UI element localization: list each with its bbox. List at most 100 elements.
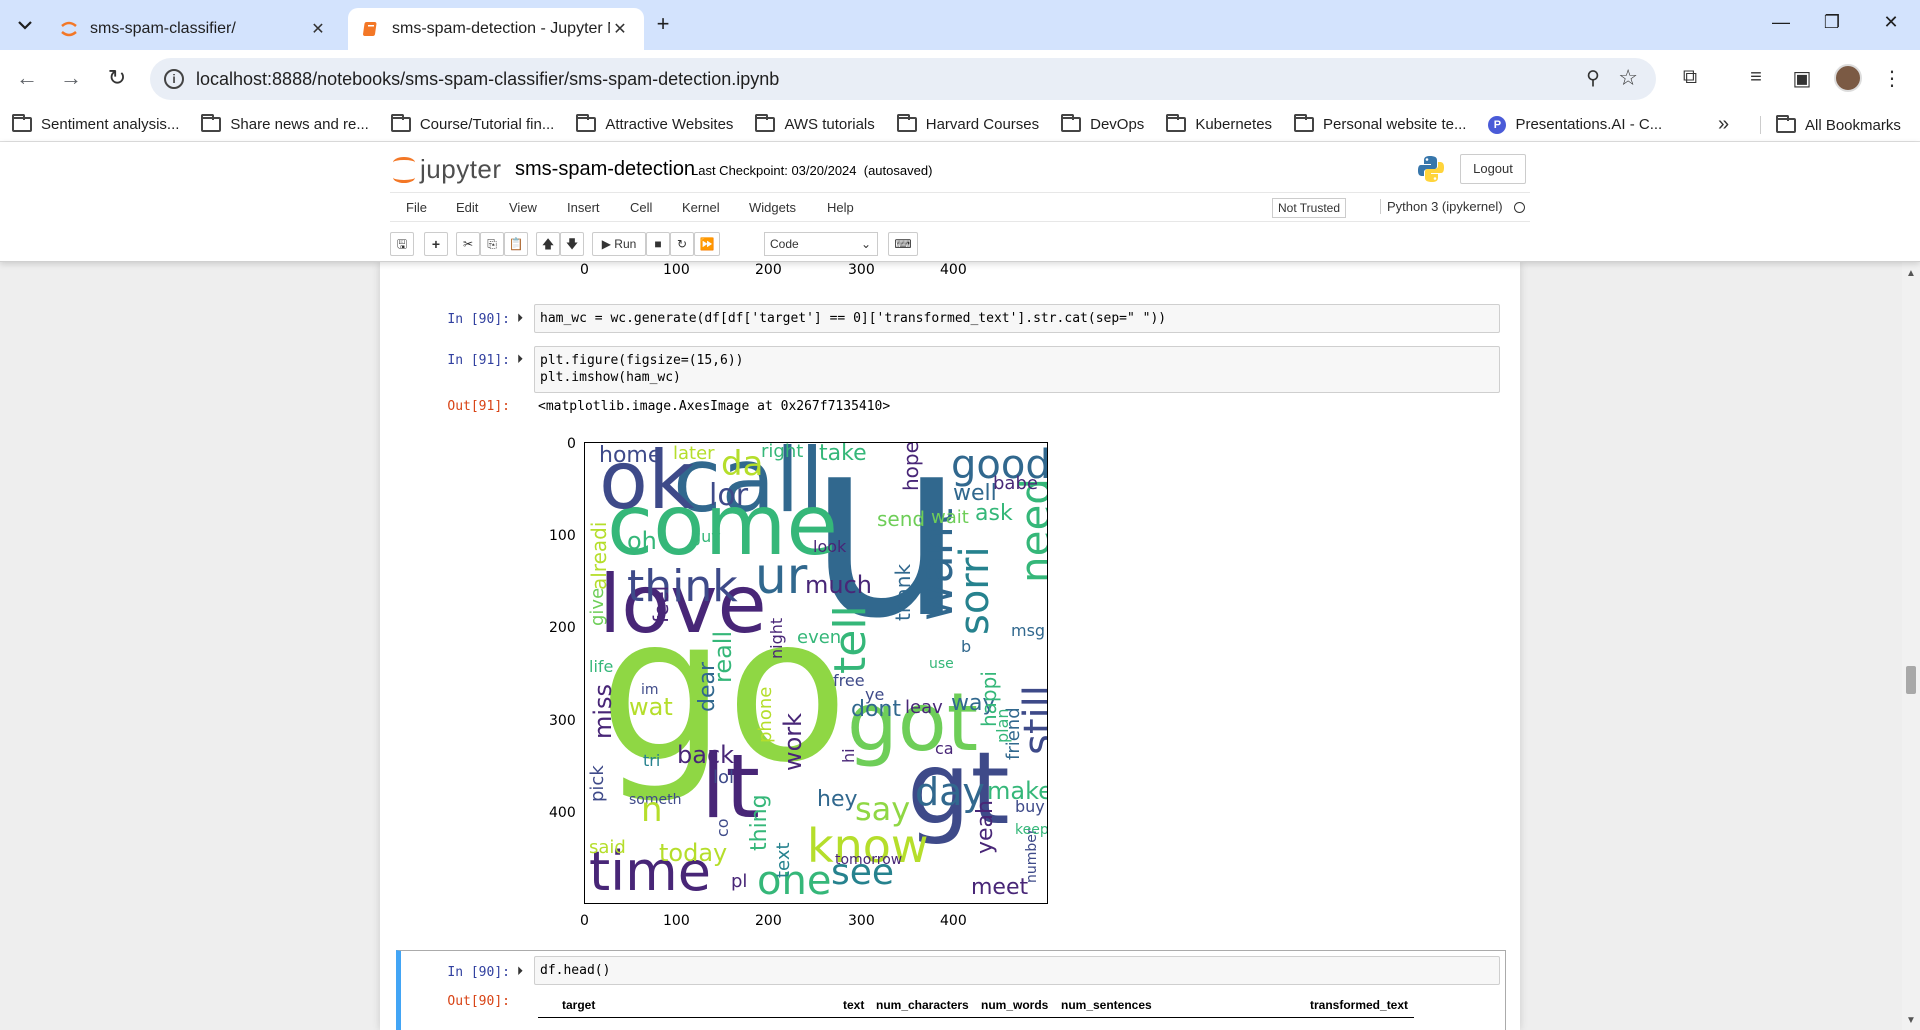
zoom-icon[interactable]: ⚲ <box>1586 67 1600 90</box>
move-down-icon[interactable]: 🡇 <box>560 232 584 256</box>
tab-search-button[interactable] <box>8 8 42 42</box>
move-up-icon[interactable]: 🡅 <box>536 232 560 256</box>
bookmark-item[interactable]: DevOps <box>1061 114 1144 133</box>
wordcloud-word: alreadi <box>587 521 611 590</box>
axis-tick: 400 <box>940 262 967 278</box>
restart-run-all-icon[interactable]: ⏩ <box>694 232 720 256</box>
code-editor[interactable]: df.head() <box>534 956 1500 985</box>
notebook-name[interactable]: sms-spam-detection <box>515 158 695 181</box>
bookmark-item[interactable]: Harvard Courses <box>896 114 1040 133</box>
x-tick-label: 0 <box>580 913 589 929</box>
site-info-icon[interactable]: i <box>164 69 184 89</box>
axis-tick: 100 <box>663 262 690 278</box>
run-cell-icon[interactable]: ⏵ <box>517 352 523 367</box>
more-menu-icon[interactable]: ⋮ <box>1878 66 1906 91</box>
restore-icon[interactable]: ❐ <box>1817 12 1847 33</box>
menu-kernel[interactable]: Kernel <box>682 200 720 215</box>
notebook-favicon-icon <box>363 22 377 36</box>
kernel-name[interactable]: Python 3 (ipykernel) <box>1380 199 1503 214</box>
extensions-icon[interactable]: ⧉ <box>1676 66 1704 89</box>
y-tick-label: 400 <box>549 805 576 821</box>
minimize-icon[interactable]: — <box>1766 12 1796 33</box>
jupyter-logo[interactable]: jupyter <box>392 154 502 185</box>
wordcloud-word: home <box>599 443 662 468</box>
bookmark-item[interactable]: Sentiment analysis... <box>12 114 179 133</box>
menu-insert[interactable]: Insert <box>567 200 600 215</box>
more-bookmarks-icon[interactable]: » <box>1718 113 1729 136</box>
run-cell-icon[interactable]: ⏵ <box>517 964 523 979</box>
x-tick-label: 200 <box>755 913 782 929</box>
run-cell-icon[interactable]: ⏵ <box>517 311 523 326</box>
bookmark-item[interactable]: Share news and re... <box>201 114 369 133</box>
folder-icon <box>1294 114 1315 132</box>
y-tick-label: 300 <box>549 713 576 729</box>
run-label: Run <box>614 237 637 251</box>
bookmark-item[interactable]: P Presentations.AI - C... <box>1488 115 1662 134</box>
save-icon[interactable]: 🖫 <box>390 232 414 256</box>
bookmark-item[interactable]: Course/Tutorial fin... <box>390 114 554 133</box>
tab-notebook[interactable]: sms-spam-detection - Jupyter N ✕ <box>348 8 644 50</box>
scroll-down-icon[interactable]: ▼ <box>1906 1015 1916 1026</box>
folder-icon <box>12 114 32 132</box>
wordcloud-word: msg <box>1011 621 1046 640</box>
new-tab-button[interactable]: + <box>650 12 676 38</box>
wordcloud-word: right <box>761 442 804 462</box>
menu-widgets[interactable]: Widgets <box>749 200 796 215</box>
bookmarks-bar: Sentiment analysis... Share news and re.… <box>0 108 1920 142</box>
tab-file-browser[interactable]: sms-spam-classifier/ ✕ <box>46 8 342 50</box>
restart-icon[interactable]: ↻ <box>670 232 694 256</box>
side-panel-icon[interactable]: ▣ <box>1788 66 1816 91</box>
url-text[interactable]: localhost:8888/notebooks/sms-spam-classi… <box>196 69 779 90</box>
tab-close-icon[interactable]: ✕ <box>610 19 630 39</box>
bookmark-item[interactable]: Attractive Websites <box>576 114 733 133</box>
bookmark-label: Harvard Courses <box>925 116 1040 133</box>
menu-view[interactable]: View <box>509 200 537 215</box>
wordcloud-word: babe <box>993 473 1038 494</box>
back-arrow-icon[interactable]: ← <box>14 66 40 92</box>
autosave-status: (autosaved) <box>863 163 933 178</box>
address-bar[interactable]: i localhost:8888/notebooks/sms-spam-clas… <box>150 58 1656 100</box>
interrupt-icon[interactable]: ■ <box>646 232 670 256</box>
scroll-up-icon[interactable]: ▲ <box>1906 268 1916 279</box>
notebook-scroll-area[interactable]: 0 100 200 300 400 In [90]: ⏵ ham_wc = wc… <box>0 262 1920 1030</box>
x-tick-label: 100 <box>663 913 690 929</box>
forward-arrow-icon[interactable]: → <box>58 66 84 92</box>
bookmark-item[interactable]: Kubernetes <box>1166 114 1272 133</box>
y-tick-label: 0 <box>567 436 576 452</box>
keyboard-icon[interactable]: ⌨ <box>888 232 918 256</box>
x-tick-label: 400 <box>940 913 967 929</box>
profile-avatar[interactable] <box>1834 64 1862 92</box>
copy-icon[interactable]: ⎘ <box>480 232 504 256</box>
bookmark-item[interactable]: Personal website te... <box>1294 114 1467 133</box>
wordcloud-word: wait <box>931 507 969 528</box>
vertical-scrollbar[interactable]: ▲ ▼ <box>1902 262 1920 1030</box>
menu-help[interactable]: Help <box>827 200 854 215</box>
media-control-icon[interactable]: ≡ <box>1742 66 1770 89</box>
bookmark-label: Personal website te... <box>1323 116 1467 133</box>
table-header: text <box>843 998 865 1012</box>
menu-file[interactable]: File <box>406 200 427 215</box>
paste-icon[interactable]: 📋 <box>504 232 528 256</box>
reload-icon[interactable]: ↻ <box>104 66 130 92</box>
code-editor[interactable]: ham_wc = wc.generate(df[df['target'] == … <box>534 304 1500 333</box>
scrollbar-thumb[interactable] <box>1906 666 1916 694</box>
trust-status-button[interactable]: Not Trusted <box>1272 198 1347 218</box>
bookmark-item[interactable]: AWS tutorials <box>755 114 875 133</box>
folder-icon <box>896 114 917 132</box>
tab-close-icon[interactable]: ✕ <box>308 19 328 39</box>
browser-toolbar: ← → ↻ i localhost:8888/notebooks/sms-spa… <box>0 50 1920 108</box>
insert-cell-icon[interactable]: + <box>424 232 448 256</box>
run-button[interactable]: ▶ Run <box>592 232 646 256</box>
all-bookmarks-item[interactable]: All Bookmarks <box>1776 108 1901 142</box>
run-play-icon: ▶ <box>601 237 611 251</box>
cell-output-text: <matplotlib.image.AxesImage at 0x267f713… <box>538 399 891 414</box>
window-close-icon[interactable]: ✕ <box>1876 12 1906 33</box>
cell-type-select[interactable]: Code ⌄ <box>764 232 878 256</box>
bookmark-star-icon[interactable]: ☆ <box>1618 65 1638 91</box>
code-editor[interactable]: plt.figure(figsize=(15,6)) plt.imshow(ha… <box>534 346 1500 393</box>
logout-button[interactable]: Logout <box>1460 154 1526 184</box>
menu-edit[interactable]: Edit <box>456 200 478 215</box>
cut-icon[interactable]: ✂ <box>456 232 480 256</box>
folder-icon <box>201 114 222 132</box>
menu-cell[interactable]: Cell <box>630 200 652 215</box>
